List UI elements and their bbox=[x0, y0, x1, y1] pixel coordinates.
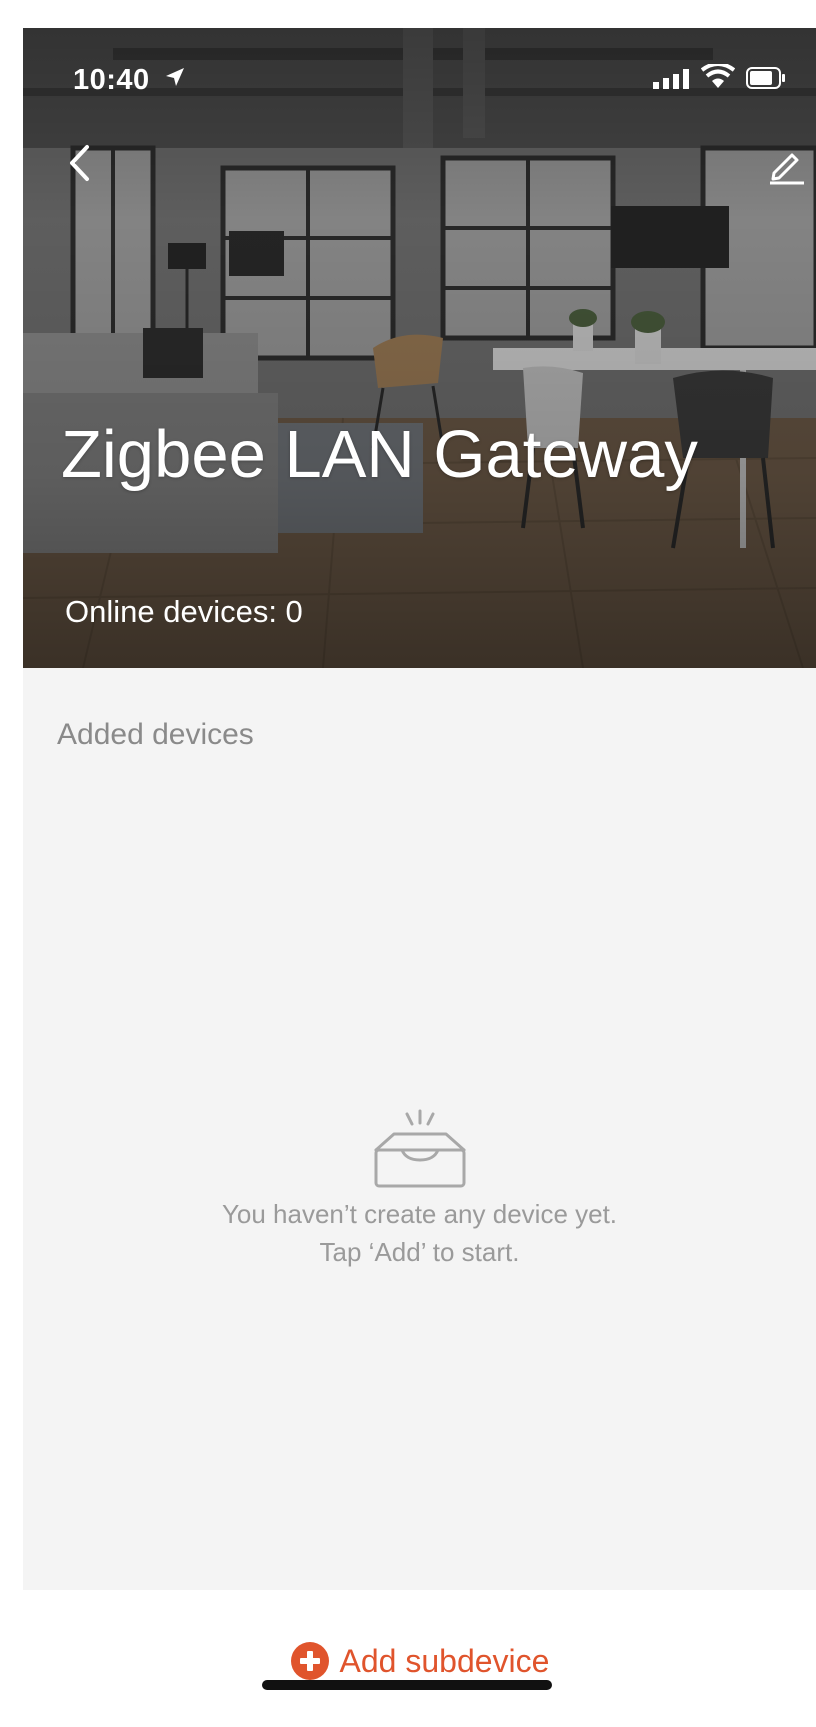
wifi-icon bbox=[701, 64, 735, 88]
location-arrow-icon bbox=[166, 68, 184, 86]
status-bar: 10:40 bbox=[23, 28, 816, 118]
add-subdevice-label: Add subdevice bbox=[339, 1642, 550, 1679]
home-indicator bbox=[262, 1680, 552, 1690]
pencil-icon bbox=[770, 153, 804, 185]
online-devices-count: Online devices: 0 bbox=[65, 594, 303, 629]
edit-button[interactable] bbox=[761, 138, 811, 192]
back-button[interactable] bbox=[57, 136, 101, 190]
add-subdevice-button[interactable]: Add subdevice bbox=[23, 1636, 816, 1686]
status-time: 10:40 bbox=[73, 64, 150, 96]
cellular-signal-icon bbox=[653, 69, 689, 89]
header-image: 10:40 Zigbee LAN Gateway Online devices:… bbox=[23, 28, 816, 668]
app-screen: 10:40 Zigbee LAN Gateway Online devices:… bbox=[23, 28, 816, 1727]
empty-state-message: You haven’t create any device yet. Tap ‘… bbox=[23, 1195, 816, 1271]
chevron-left-icon bbox=[70, 145, 89, 181]
bottom-action-bar: Add subdevice bbox=[23, 1590, 816, 1727]
image-overlay bbox=[23, 28, 816, 668]
empty-state-line-1: You haven’t create any device yet. bbox=[221, 1199, 618, 1229]
empty-state-line-2: Tap ‘Add’ to start. bbox=[319, 1237, 520, 1267]
battery-icon bbox=[746, 67, 785, 89]
plus-circle-icon bbox=[290, 1642, 329, 1680]
gateway-title: Zigbee LAN Gateway bbox=[61, 417, 698, 492]
section-heading-added-devices: Added devices bbox=[57, 718, 254, 751]
empty-tray-icon bbox=[374, 1109, 466, 1188]
